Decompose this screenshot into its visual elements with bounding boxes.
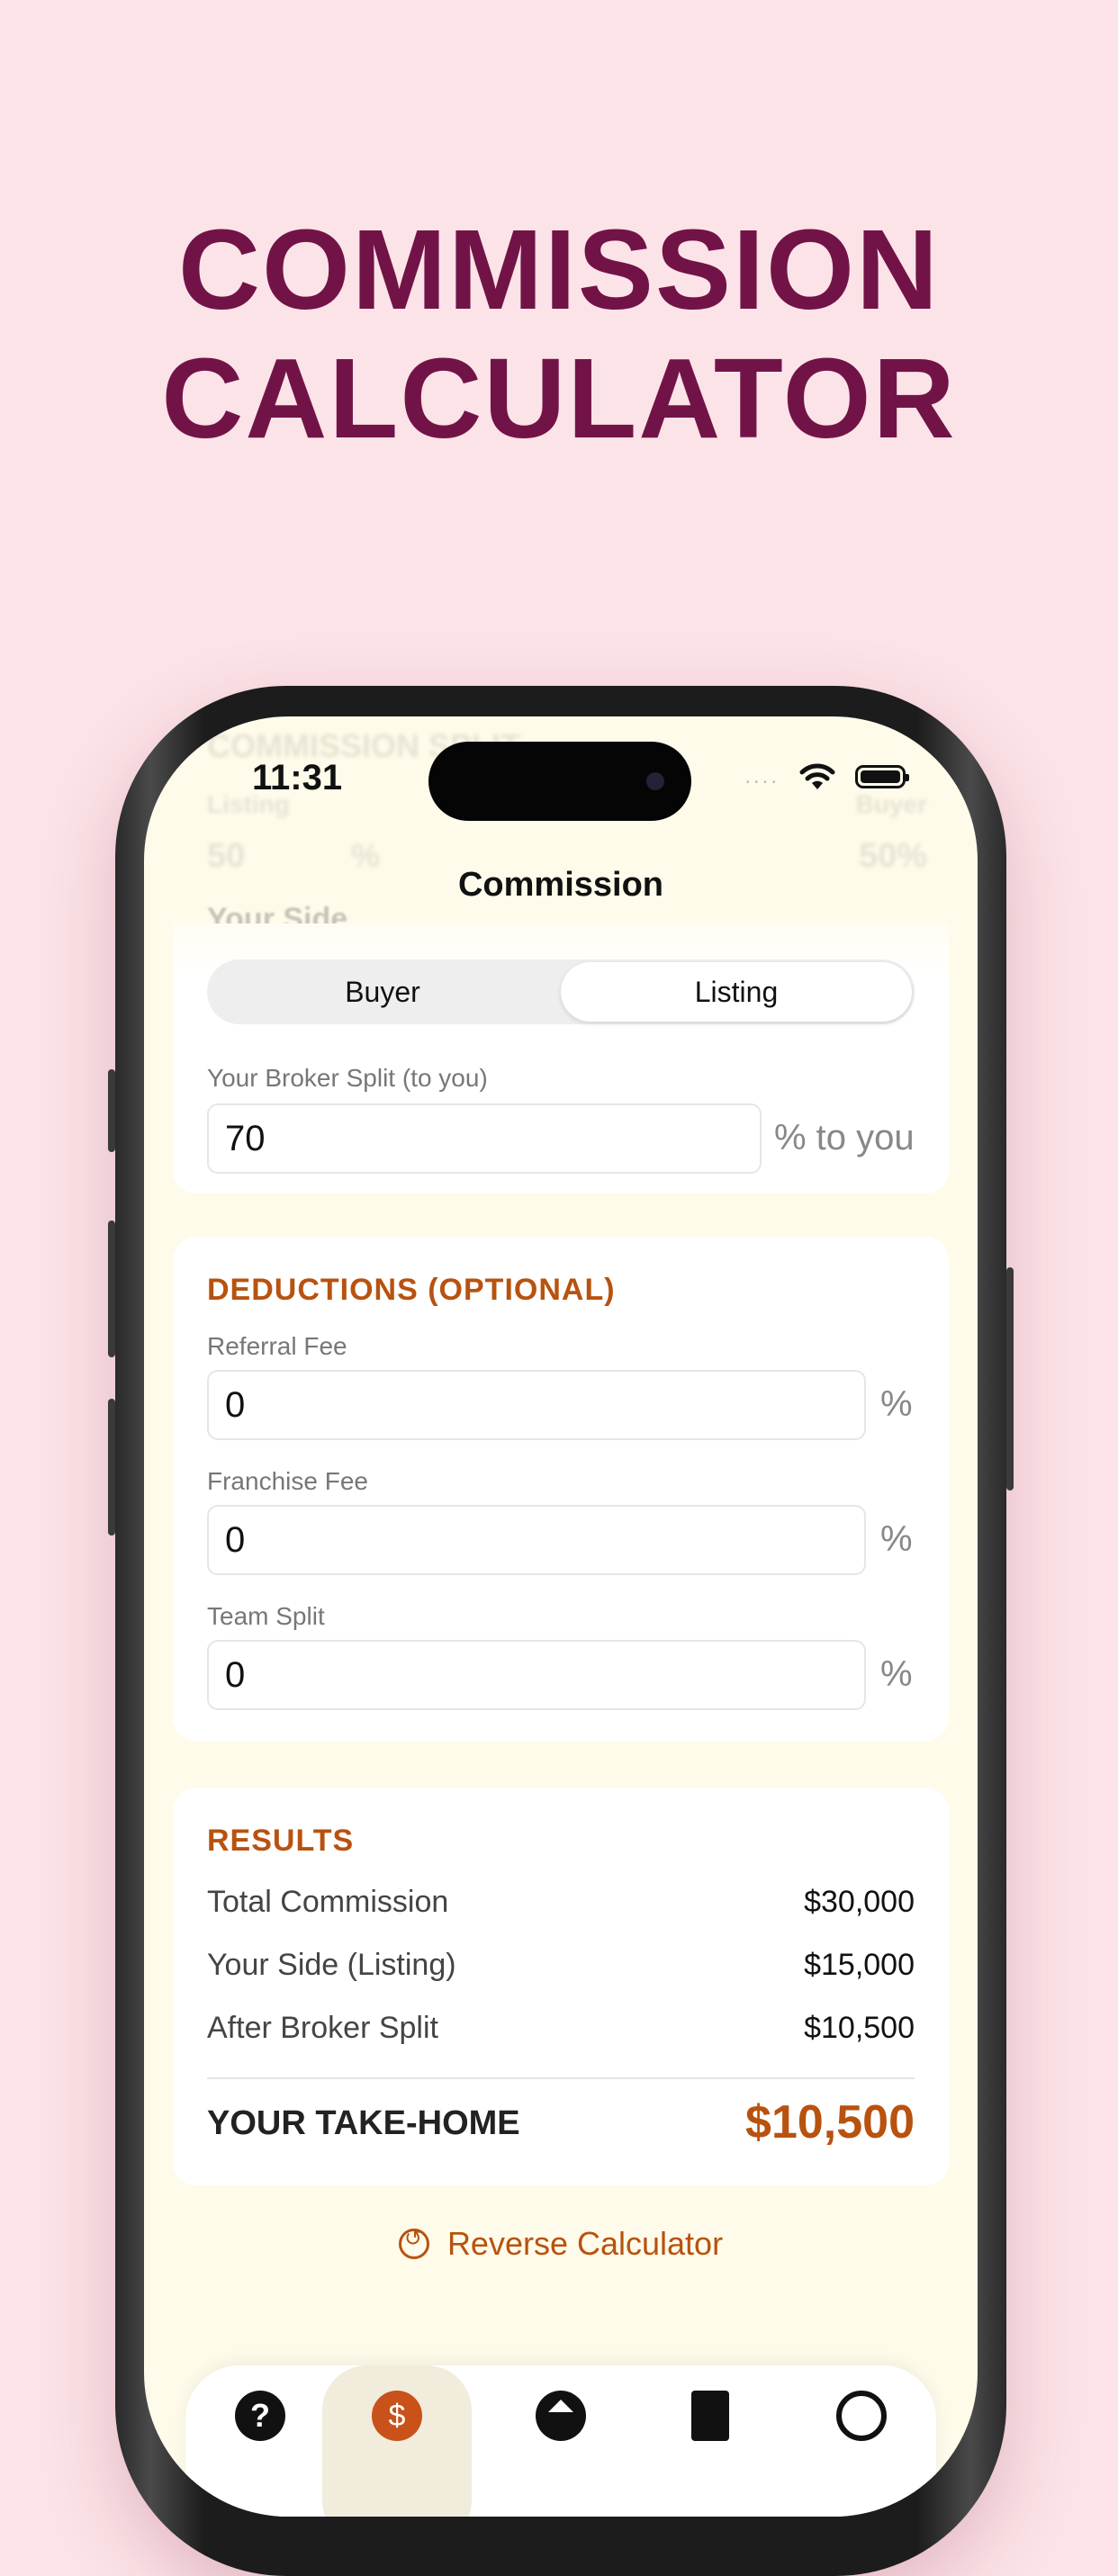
page-title: Commission <box>457 866 664 904</box>
results-divider <box>207 2077 915 2079</box>
broker-split-suffix: % to you <box>774 1118 915 1157</box>
home-icon <box>536 2391 586 2441</box>
franchise-fee-suffix: % <box>880 1519 913 1559</box>
volume-down-button <box>108 1399 115 1536</box>
reverse-calculator-button[interactable]: Reverse Calculator <box>144 2225 978 2263</box>
document-icon <box>691 2391 729 2441</box>
tab-help[interactable]: ? <box>185 2365 335 2517</box>
wifi-icon <box>799 763 835 789</box>
franchise-fee-label: Franchise Fee <box>207 1467 368 1495</box>
referral-fee-suffix: % <box>880 1384 913 1424</box>
tab-home[interactable] <box>486 2365 636 2517</box>
referral-fee-input[interactable]: 0 <box>207 1370 866 1440</box>
result-row-your-side: Your Side (Listing) $15,000 <box>207 1948 915 1982</box>
dollar-icon: $ <box>372 2391 422 2441</box>
status-time: 11:31 <box>252 758 343 797</box>
result-row-after-broker-split: After Broker Split $10,500 <box>207 2011 915 2045</box>
camera-icon <box>646 772 664 790</box>
results-card: RESULTS Total Commission $30,000 Your Si… <box>173 1788 949 2185</box>
reverse-calculator-label: Reverse Calculator <box>446 2225 724 2262</box>
team-split-label: Team Split <box>207 1602 325 1630</box>
power-button <box>1006 1267 1014 1491</box>
broker-split-label: Your Broker Split (to you) <box>207 1064 488 1092</box>
volume-up-button <box>108 1220 115 1357</box>
dynamic-island <box>428 742 691 821</box>
deductions-card: DEDUCTIONS (OPTIONAL) Referral Fee 0 % F… <box>173 1237 949 1741</box>
undo-circle-icon <box>398 2226 429 2259</box>
take-home-value: $10,500 <box>745 2096 915 2148</box>
phone-screen: COMMISSION SPLIT Listing Buyer 50 % 50% … <box>144 716 978 2517</box>
team-split-suffix: % <box>880 1654 913 1694</box>
deductions-title: DEDUCTIONS (OPTIONAL) <box>207 1273 616 1307</box>
tab-commission[interactable]: $ <box>322 2365 472 2517</box>
marketing-headline: COMMISSION CALCULATOR <box>0 205 1118 463</box>
tab-bar: ? $ <box>185 2365 936 2517</box>
action-button <box>108 1069 115 1152</box>
take-home-label: YOUR TAKE-HOME <box>207 2104 520 2142</box>
segment-buyer[interactable]: Buyer <box>207 959 558 1024</box>
result-row-total-commission: Total Commission $30,000 <box>207 1885 915 1919</box>
team-split-input[interactable]: 0 <box>207 1640 866 1710</box>
referral-fee-label: Referral Fee <box>207 1332 347 1360</box>
headline-line-1: COMMISSION <box>177 206 940 333</box>
your-side-card: Buyer Listing Your Broker Split (to you)… <box>173 923 949 1193</box>
headline-line-2: CALCULATOR <box>161 335 957 462</box>
segment-listing[interactable]: Listing <box>561 962 912 1022</box>
tab-documents[interactable] <box>636 2365 785 2517</box>
help-icon: ? <box>235 2391 285 2441</box>
tab-settings[interactable] <box>787 2365 936 2517</box>
battery-icon <box>855 765 909 788</box>
franchise-fee-input[interactable]: 0 <box>207 1505 866 1575</box>
side-segmented-control[interactable]: Buyer Listing <box>207 959 915 1024</box>
status-icons: .... <box>744 761 909 792</box>
gear-icon <box>836 2391 887 2441</box>
signal-icon: .... <box>744 764 780 788</box>
broker-split-input[interactable]: 70 <box>207 1103 762 1174</box>
results-title: RESULTS <box>207 1824 355 1858</box>
